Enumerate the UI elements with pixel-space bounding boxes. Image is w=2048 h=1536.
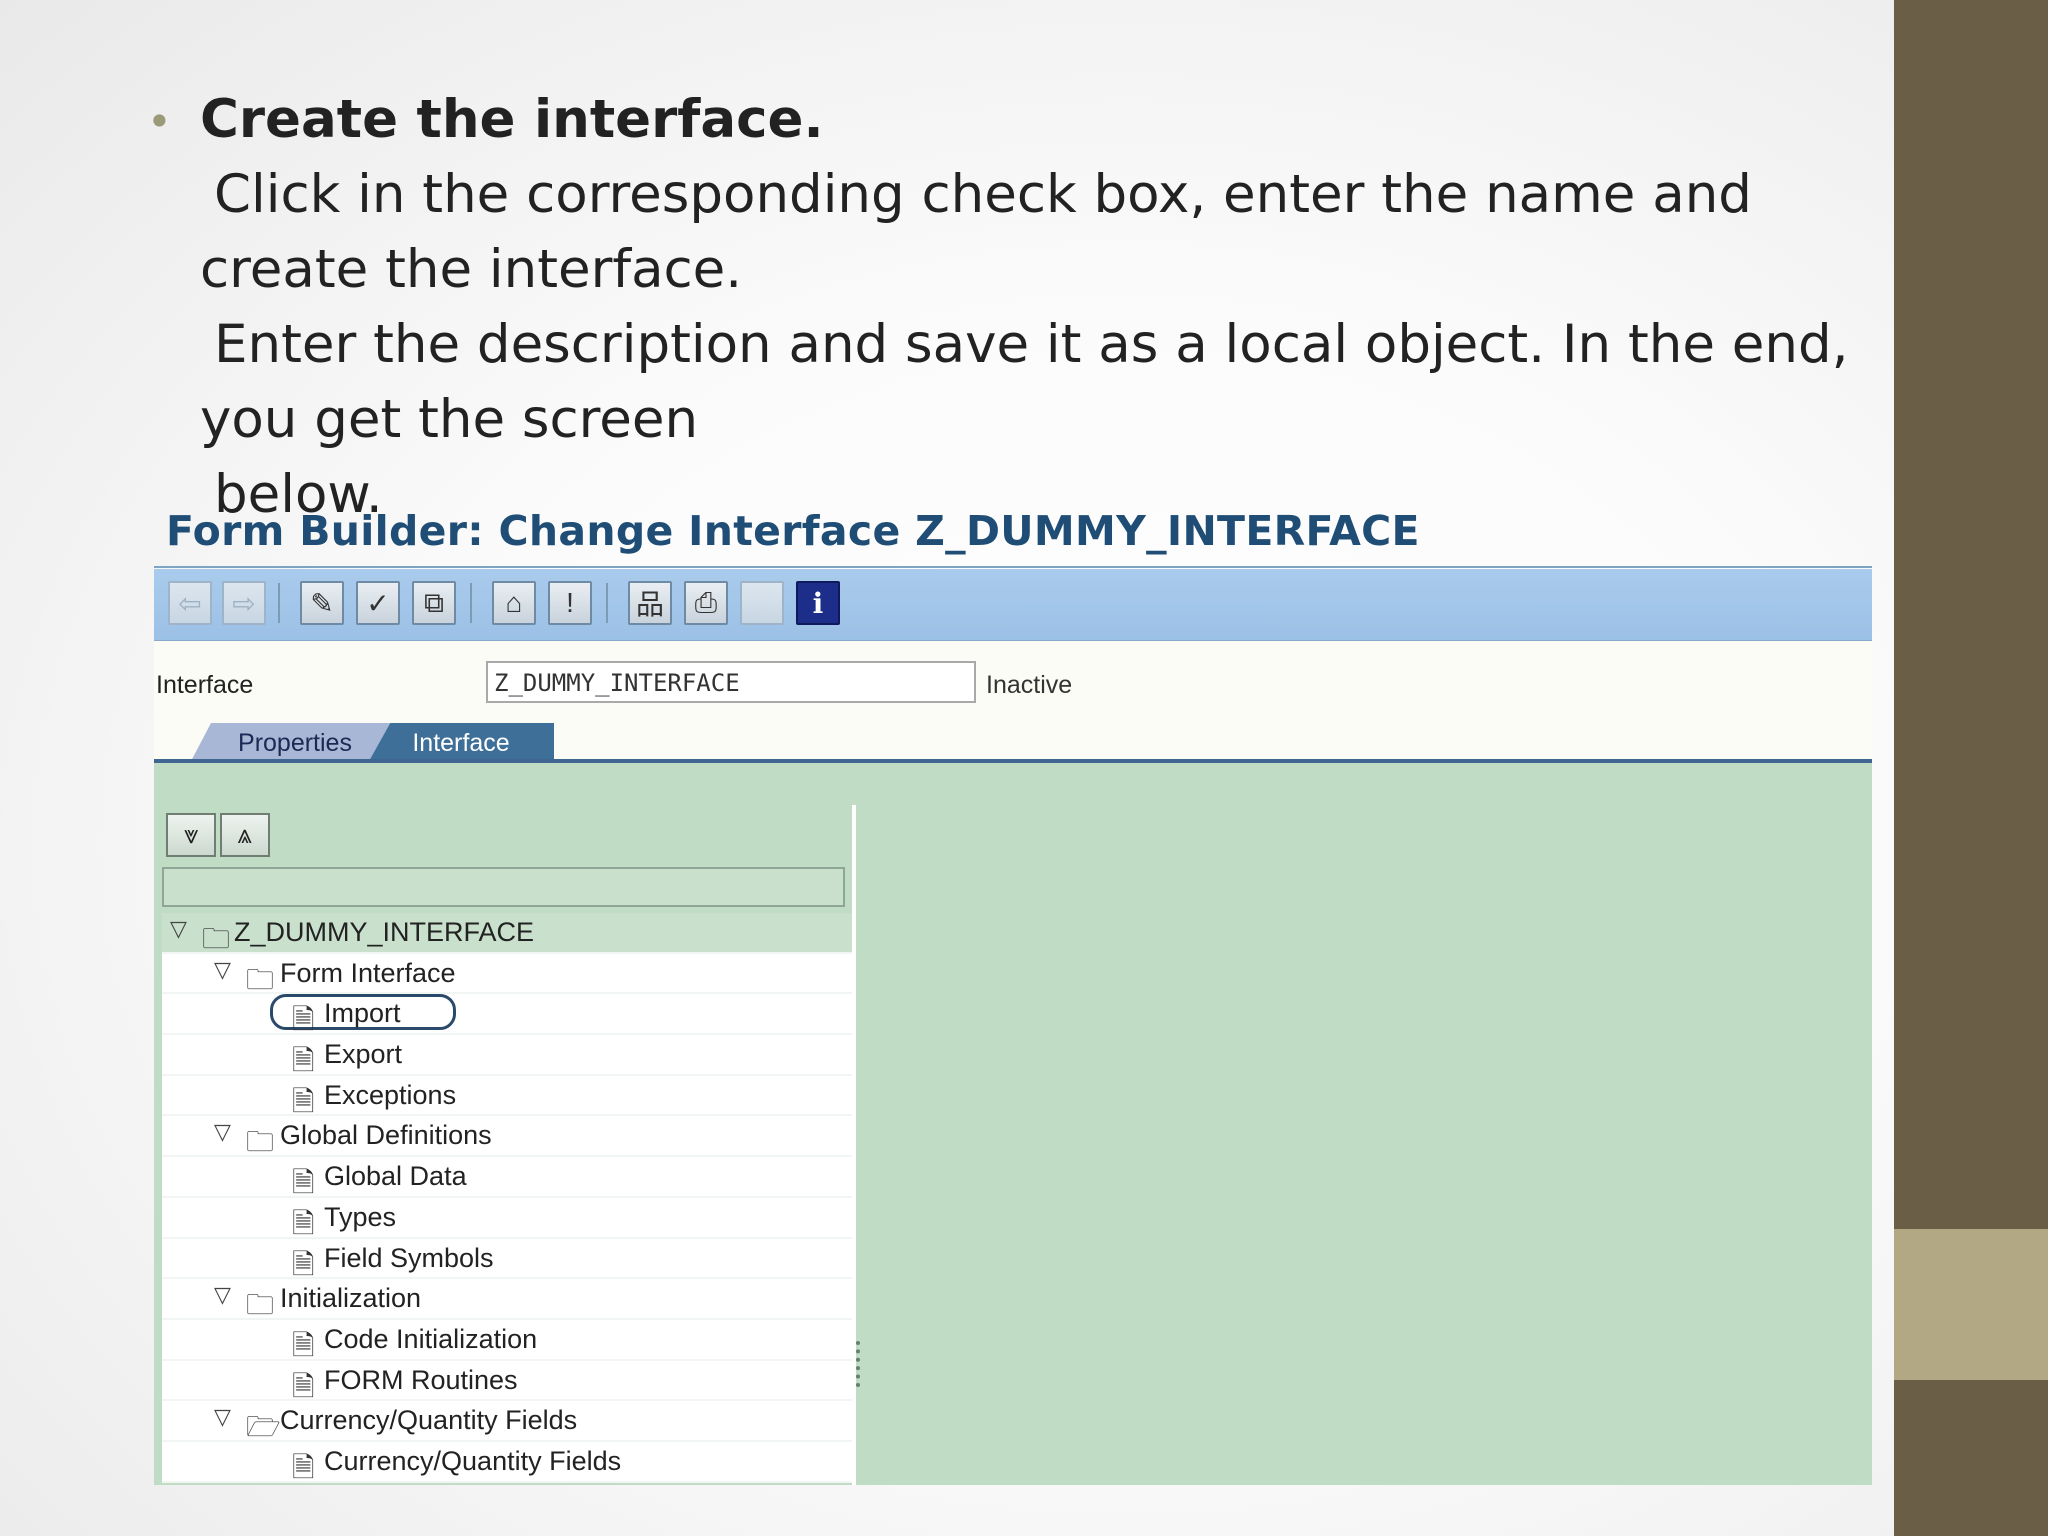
- display-change-icon[interactable]: ✎: [300, 581, 344, 625]
- hierarchy-icon[interactable]: 品: [628, 581, 672, 625]
- tree-node-folder[interactable]: ▽ 🗀 Initialization: [162, 1279, 852, 1320]
- forward-icon[interactable]: ⇨: [222, 581, 266, 625]
- back-icon[interactable]: ⇦: [168, 581, 212, 625]
- tree-node-label: Z_DUMMY_INTERFACE: [234, 917, 535, 947]
- sap-screenshot: Form Builder: Change Interface Z_DUMMY_I…: [154, 505, 1872, 1485]
- tree-node-leaf[interactable]: 🗎 FORM Routines: [162, 1360, 852, 1402]
- interface-tree-panel: ⩔ ⩓ ▽ 🗀 Z_DUMMY_INTERFACE ▽ 🗀 Form Inter…: [162, 805, 860, 1485]
- test-icon[interactable]: !: [548, 581, 592, 625]
- tree-node-leaf[interactable]: 🗎 Export: [162, 1035, 852, 1076]
- tree-node-label: Import: [324, 998, 401, 1029]
- tree-node-leaf[interactable]: 🗎 Code Initialization: [162, 1319, 852, 1361]
- interface-header: Interface Z_DUMMY_INTERFACE Inactive Pro…: [154, 641, 1872, 763]
- tree-node-label: Currency/Quantity Fields: [280, 1405, 578, 1436]
- collapse-caret-icon[interactable]: ▽: [214, 1282, 231, 1308]
- tree-node-folder[interactable]: ▽ 🗀 Form Interface: [162, 953, 852, 995]
- collapse-all-icon[interactable]: ⩓: [220, 813, 270, 857]
- tree-node-label: Exceptions: [324, 1079, 457, 1110]
- tree-node-leaf[interactable]: 🗎 Types: [162, 1197, 852, 1239]
- tree-node-label: Initialization: [280, 1283, 422, 1314]
- bullet-title: Create the interface.: [200, 89, 824, 150]
- tab-properties[interactable]: Properties: [190, 723, 400, 763]
- title-divider: [154, 566, 1872, 568]
- toolbar-separator: [470, 583, 472, 623]
- tree-node-folder[interactable]: ▽ 🗀 Global Definitions: [162, 1116, 852, 1157]
- tree-filter-field[interactable]: [162, 867, 845, 907]
- collapse-caret-icon[interactable]: ▽: [170, 916, 187, 942]
- print-icon[interactable]: ⎙: [684, 581, 728, 625]
- interface-tree: ▽ 🗀 Z_DUMMY_INTERFACE ▽ 🗀 Form Interface…: [162, 913, 852, 1483]
- application-toolbar: ⇦ ⇨ ✎ ✓ ⧉ ⌂ ! 品 ⎙ i: [154, 569, 1872, 641]
- tree-node-label: Form Interface: [280, 957, 456, 988]
- tree-node-label: FORM Routines: [324, 1364, 518, 1395]
- tree-node-leaf[interactable]: 🗎 Field Symbols: [162, 1238, 852, 1280]
- tab-interface[interactable]: Interface: [368, 723, 554, 763]
- tree-node-label: Global Definitions: [280, 1120, 492, 1151]
- tree-node-label: Code Initialization: [324, 1323, 538, 1354]
- instruction-line-3: Enter the description and save it as a l…: [214, 314, 1849, 375]
- instruction-line-1: Click in the corresponding check box, en…: [214, 164, 1752, 225]
- tree-node-root[interactable]: ▽ 🗀 Z_DUMMY_INTERFACE: [162, 913, 852, 954]
- tree-node-leaf[interactable]: 🗎 Exceptions: [162, 1075, 852, 1117]
- info-icon[interactable]: i: [796, 581, 840, 625]
- blank-icon[interactable]: [740, 581, 784, 625]
- tree-node-import[interactable]: 🗎 Import: [162, 994, 852, 1035]
- tree-node-label: Currency/Quantity Fields: [324, 1445, 622, 1476]
- where-used-icon[interactable]: ⌂: [492, 581, 536, 625]
- toolbar-separator: [278, 583, 280, 623]
- tree-node-label: Types: [324, 1201, 397, 1232]
- activate-icon[interactable]: ⧉: [412, 581, 456, 625]
- document-icon: 🗎: [292, 1451, 315, 1483]
- toolbar-separator: [606, 583, 608, 623]
- instruction-line-4: you get the screen: [200, 389, 699, 450]
- tree-node-label: Field Symbols: [324, 1242, 494, 1273]
- tree-node-label: Global Data: [324, 1161, 467, 1192]
- collapse-caret-icon[interactable]: ▽: [214, 1404, 231, 1430]
- interface-label: Interface: [156, 671, 254, 699]
- collapse-caret-icon[interactable]: ▽: [214, 1119, 231, 1145]
- tree-node-leaf[interactable]: 🗎 Currency/Quantity Fields: [162, 1441, 852, 1483]
- interface-status: Inactive: [986, 671, 1073, 699]
- collapse-caret-icon[interactable]: ▽: [214, 957, 231, 983]
- slide-side-accent: [1894, 1229, 2048, 1380]
- check-icon[interactable]: ✓: [356, 581, 400, 625]
- slide-text: • Create the interface. Click in the cor…: [147, 82, 1870, 532]
- window-title: Form Builder: Change Interface Z_DUMMY_I…: [166, 507, 1420, 555]
- bullet-dot: •: [147, 97, 172, 146]
- interface-name-field[interactable]: Z_DUMMY_INTERFACE: [486, 661, 976, 703]
- tree-node-label: Export: [324, 1039, 403, 1070]
- tree-node-leaf[interactable]: 🗎 Global Data: [162, 1157, 852, 1198]
- expand-all-icon[interactable]: ⩔: [166, 813, 216, 857]
- bullet-body: Create the interface. Click in the corre…: [200, 82, 1870, 532]
- panel-resize-handle[interactable]: [856, 1341, 864, 1387]
- instruction-line-2: create the interface.: [200, 239, 743, 300]
- tree-node-folder[interactable]: ▽ 🗁 Currency/Quantity Fields: [162, 1401, 852, 1442]
- interface-content-area: ⩔ ⩓ ▽ 🗀 Z_DUMMY_INTERFACE ▽ 🗀 Form Inter…: [154, 763, 1872, 1485]
